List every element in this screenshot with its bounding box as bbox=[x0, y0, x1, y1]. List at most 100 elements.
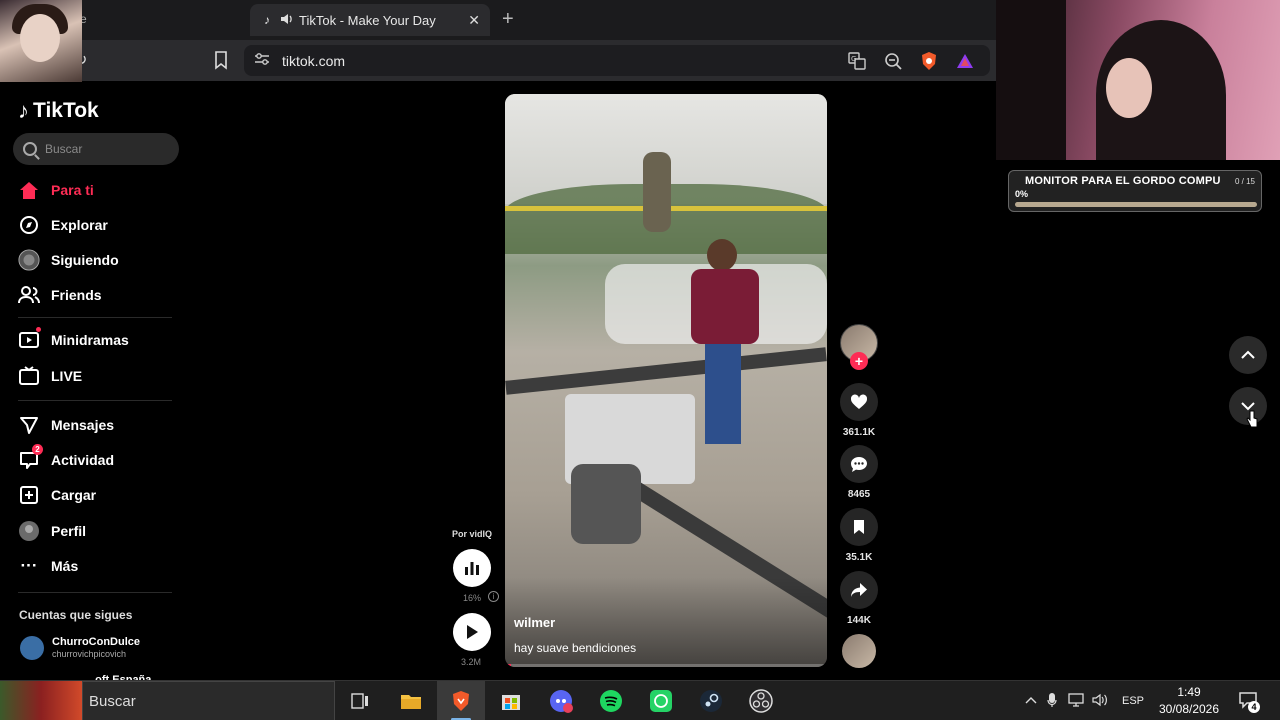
comment-action[interactable]: 8465 bbox=[840, 445, 878, 500]
brave-rewards-icon[interactable] bbox=[954, 50, 976, 72]
sidebar-item-live[interactable]: LIVE bbox=[18, 364, 82, 388]
video-author[interactable]: wilmer bbox=[514, 615, 555, 630]
save-action[interactable]: 35.1K bbox=[840, 508, 878, 563]
sidebar-item-label: Cargar bbox=[51, 487, 97, 503]
previous-video-button[interactable] bbox=[1229, 336, 1267, 374]
vidiq-stats-button[interactable] bbox=[453, 549, 491, 587]
new-tab-button[interactable]: + bbox=[502, 8, 514, 30]
account-name: ChurroConDulce bbox=[52, 636, 140, 648]
brave-shield-icon[interactable] bbox=[918, 50, 940, 72]
address-bar-row: tiktok.com G bbox=[0, 40, 996, 81]
sidebar-item-label: Actividad bbox=[51, 452, 115, 468]
clock[interactable]: 1:49 30/08/2026 bbox=[1150, 684, 1228, 718]
sidebar-item-actividad[interactable]: 2 Actividad bbox=[18, 444, 115, 472]
send-icon bbox=[18, 414, 40, 436]
share-action[interactable]: 144K bbox=[840, 571, 878, 626]
obs-icon[interactable] bbox=[747, 687, 775, 715]
sidebar-item-cargar[interactable]: Cargar bbox=[18, 483, 96, 507]
sidebar-item-perfil[interactable]: Perfil bbox=[18, 519, 86, 543]
sidebar-item-label: Siguiendo bbox=[51, 252, 119, 268]
sidebar-item-label: Para ti bbox=[51, 182, 94, 198]
sidebar-item-minidramas[interactable]: Minidramas bbox=[18, 327, 129, 352]
speaker-icon[interactable] bbox=[280, 13, 293, 28]
sidebar-item-label: LIVE bbox=[51, 368, 83, 384]
show-hidden-icons-icon[interactable] bbox=[1022, 695, 1040, 707]
sidebar-item-siguiendo[interactable]: Siguiendo bbox=[18, 248, 119, 272]
following-account[interactable]: ChurroConDulce churrovichpicovich bbox=[20, 636, 140, 660]
goal-progress-bar bbox=[1015, 202, 1257, 207]
bookmark-save-icon[interactable] bbox=[840, 508, 878, 546]
taskbar: Buscar ESP 1:49 30/08/2026 4 bbox=[0, 680, 1280, 720]
whatsapp-icon[interactable] bbox=[647, 687, 675, 715]
sidebar-item-label: Perfil bbox=[51, 523, 87, 539]
steam-icon[interactable] bbox=[697, 687, 725, 715]
screen: e ♪ TikTok - Make Your Day ✕ + tiktok.co… bbox=[0, 0, 1280, 720]
sound-disc[interactable] bbox=[842, 634, 876, 668]
spotify-icon[interactable] bbox=[597, 687, 625, 715]
following-section-title: Cuentas que sigues bbox=[19, 608, 133, 622]
share-icon[interactable] bbox=[840, 571, 878, 609]
stream-thumbnail[interactable] bbox=[0, 681, 82, 720]
site-info-icon[interactable] bbox=[254, 52, 272, 69]
sidebar-item-para-ti[interactable]: Para ti bbox=[18, 178, 94, 202]
bookmark-icon[interactable] bbox=[212, 50, 230, 70]
friends-icon bbox=[18, 284, 40, 306]
translate-icon[interactable]: G bbox=[846, 50, 868, 72]
activity-icon: 2 bbox=[18, 444, 43, 471]
taskbar-search[interactable]: Buscar bbox=[82, 681, 335, 720]
sidebar-item-friends[interactable]: Friends bbox=[18, 283, 102, 307]
new-dot bbox=[36, 327, 41, 332]
profile-avatar bbox=[18, 520, 40, 542]
tiktok-logo[interactable]: ♪ TikTok bbox=[18, 98, 99, 124]
sidebar-item-explorar[interactable]: Explorar bbox=[18, 213, 108, 237]
chevron-up-icon bbox=[1241, 350, 1255, 359]
clock-time: 1:49 bbox=[1177, 685, 1201, 699]
video-player[interactable] bbox=[505, 94, 827, 667]
home-icon bbox=[18, 179, 40, 201]
sidebar-item-mas[interactable]: ··· Más bbox=[18, 554, 79, 578]
search-icon bbox=[23, 142, 37, 156]
file-explorer-icon[interactable] bbox=[397, 687, 425, 715]
info-icon[interactable]: i bbox=[488, 591, 499, 602]
brave-browser-icon[interactable] bbox=[447, 687, 475, 715]
video-progress-bar[interactable] bbox=[505, 664, 827, 667]
volume-icon[interactable] bbox=[1088, 693, 1112, 710]
search-input[interactable]: Buscar bbox=[13, 133, 179, 165]
active-tab[interactable]: ♪ TikTok - Make Your Day ✕ bbox=[250, 4, 490, 36]
comment-icon[interactable] bbox=[840, 445, 878, 483]
task-view-icon[interactable] bbox=[346, 687, 374, 715]
more-icon: ··· bbox=[20, 556, 38, 575]
bar-chart-icon bbox=[465, 562, 479, 575]
heart-icon[interactable] bbox=[840, 383, 878, 421]
play-button[interactable] bbox=[453, 613, 491, 651]
discord-icon[interactable] bbox=[547, 687, 575, 715]
microphone-icon[interactable] bbox=[1040, 692, 1064, 711]
follow-button[interactable]: + bbox=[850, 352, 868, 370]
goal-count: 0 / 15 bbox=[1234, 177, 1255, 186]
language-indicator[interactable]: ESP bbox=[1122, 695, 1144, 707]
like-action[interactable]: 361.1K bbox=[840, 383, 878, 438]
sidebar-item-label: Más bbox=[51, 558, 79, 574]
system-tray: ESP bbox=[1022, 681, 1144, 720]
upload-icon bbox=[18, 484, 40, 506]
address-bar-icons: G bbox=[846, 50, 976, 71]
address-text: tiktok.com bbox=[282, 52, 346, 69]
close-tab-icon[interactable]: ✕ bbox=[468, 12, 480, 29]
sidebar-divider bbox=[18, 400, 172, 401]
microsoft-store-icon[interactable] bbox=[497, 687, 525, 715]
account-handle: churrovichpicovich bbox=[52, 649, 127, 659]
sidebar-item-label: Mensajes bbox=[51, 417, 115, 433]
play-icon bbox=[467, 625, 478, 639]
tab-title: TikTok - Make Your Day bbox=[299, 12, 436, 28]
zoom-out-icon[interactable] bbox=[882, 50, 904, 72]
sidebar-item-label: Friends bbox=[51, 287, 102, 303]
sidebar-item-mensajes[interactable]: Mensajes bbox=[18, 413, 114, 437]
sidebar-divider bbox=[18, 317, 172, 318]
tiktok-favicon-icon: ♪ bbox=[264, 13, 270, 27]
browser-tab-bar: e ♪ TikTok - Make Your Day ✕ + bbox=[0, 0, 996, 40]
address-field[interactable]: tiktok.com G bbox=[244, 45, 990, 76]
network-icon[interactable] bbox=[1064, 692, 1088, 710]
clock-date: 30/08/2026 bbox=[1158, 702, 1220, 716]
account-avatar bbox=[20, 636, 44, 660]
view-count: 3.2M bbox=[461, 657, 482, 667]
